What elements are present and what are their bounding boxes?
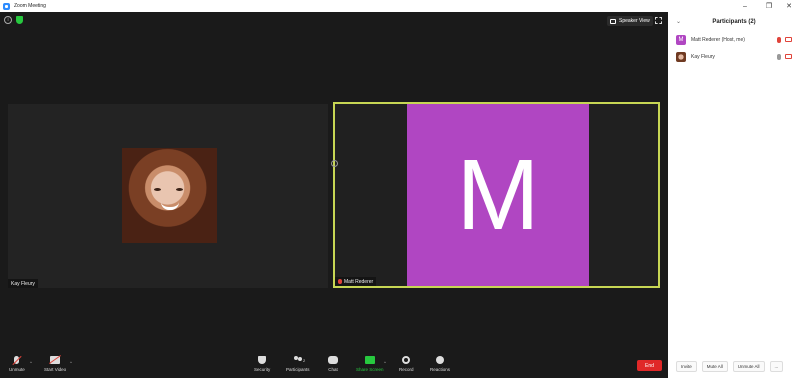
- zoom-app-icon: [3, 2, 10, 10]
- fullscreen-icon[interactable]: [655, 17, 662, 24]
- participants-button[interactable]: Participants: [286, 356, 310, 372]
- start-video-label: Start Video: [44, 367, 67, 372]
- reactions-button[interactable]: Reactions: [430, 356, 450, 372]
- panel-title: Participants (2): [712, 19, 756, 25]
- tile-name-text: Matt Rederer: [344, 278, 374, 285]
- video-off-icon: [50, 356, 61, 364]
- speaker-view-label: Speaker View: [619, 18, 650, 24]
- more-button[interactable]: ...: [769, 361, 784, 372]
- chat-icon: [328, 356, 338, 364]
- close-button[interactable]: ✕: [778, 0, 800, 12]
- info-icon[interactable]: i: [4, 16, 12, 24]
- avatar: M: [676, 35, 686, 45]
- record-button[interactable]: Record: [399, 356, 414, 372]
- participant-photo: [122, 148, 217, 243]
- participants-label: Participants: [286, 367, 310, 372]
- reactions-icon: [436, 356, 444, 364]
- meeting-area: i Speaker View Kay Fleury M Matt Rederer: [0, 12, 668, 378]
- start-video-button[interactable]: Start Video: [44, 356, 66, 372]
- speaker-view-button[interactable]: Speaker View: [607, 16, 653, 26]
- share-options-chevron-icon[interactable]: ^: [384, 360, 386, 365]
- participant-row[interactable]: M Matt Rederer (Host, me): [676, 34, 796, 46]
- share-screen-label: Share Screen: [356, 367, 384, 372]
- record-icon: [402, 356, 411, 364]
- mute-all-button[interactable]: Mute All: [701, 361, 728, 372]
- video-off-icon: [785, 37, 792, 42]
- video-off-icon: [785, 54, 792, 59]
- tile-name-text: Kay Fleury: [11, 280, 35, 287]
- audio-options-chevron-icon[interactable]: ^: [30, 360, 32, 365]
- chat-label: Chat: [328, 367, 338, 372]
- meeting-toolbar: Unmute ^ Start Video ^ Security Particip…: [0, 352, 668, 378]
- minimize-button[interactable]: –: [734, 0, 756, 12]
- video-tile-kay[interactable]: Kay Fleury: [8, 104, 328, 288]
- video-tile-matt[interactable]: M Matt Rederer: [333, 102, 660, 288]
- participant-name: Matt Rederer (Host, me): [691, 37, 745, 43]
- shield-icon: [258, 356, 267, 364]
- reactions-label: Reactions: [430, 367, 451, 372]
- eye-shape: [154, 188, 161, 191]
- participants-panel: ⌄ Participants (2) M Matt Rederer (Host,…: [668, 12, 800, 378]
- participant-name: Kay Fleury: [691, 54, 715, 60]
- participant-status: [777, 54, 792, 60]
- title-bar: Zoom Meeting – ❐ ✕: [0, 0, 800, 12]
- share-screen-icon: [364, 356, 375, 364]
- mic-icon: [777, 54, 781, 60]
- window-title: Zoom Meeting: [14, 3, 46, 9]
- maximize-button[interactable]: ❐: [758, 0, 780, 12]
- smile-shape: [161, 202, 179, 210]
- invite-button[interactable]: Invite: [676, 361, 697, 372]
- encryption-shield-icon[interactable]: [16, 16, 23, 24]
- avatar: [676, 52, 686, 62]
- participant-status: [777, 37, 792, 43]
- tile-name-label: Kay Fleury: [8, 279, 38, 288]
- muted-mic-icon: [338, 279, 342, 284]
- muted-mic-icon: [14, 356, 20, 364]
- eye-shape: [176, 188, 183, 191]
- end-meeting-button[interactable]: End: [637, 360, 662, 371]
- security-button[interactable]: Security: [254, 356, 270, 372]
- top-left-icons: i: [4, 16, 23, 24]
- mouse-cursor: [331, 160, 338, 167]
- participant-row[interactable]: Kay Fleury: [676, 51, 796, 63]
- video-options-chevron-icon[interactable]: ^: [70, 360, 72, 365]
- unmute-all-button[interactable]: Unmute All: [732, 361, 765, 372]
- security-label: Security: [254, 367, 271, 372]
- muted-mic-icon: [777, 37, 781, 43]
- tile-name-label: Matt Rederer: [335, 277, 377, 286]
- participants-count: 2: [303, 358, 306, 363]
- avatar-large: M: [407, 104, 589, 286]
- unmute-label: Unmute: [9, 367, 25, 372]
- panel-buttons: Invite Mute All Unmute All ...: [676, 361, 784, 372]
- share-screen-button[interactable]: Share Screen: [356, 356, 384, 372]
- grid-icon: [610, 18, 616, 24]
- participants-icon: [293, 356, 303, 364]
- unmute-button[interactable]: Unmute: [9, 356, 25, 372]
- chat-button[interactable]: Chat: [328, 356, 338, 372]
- record-label: Record: [399, 367, 414, 372]
